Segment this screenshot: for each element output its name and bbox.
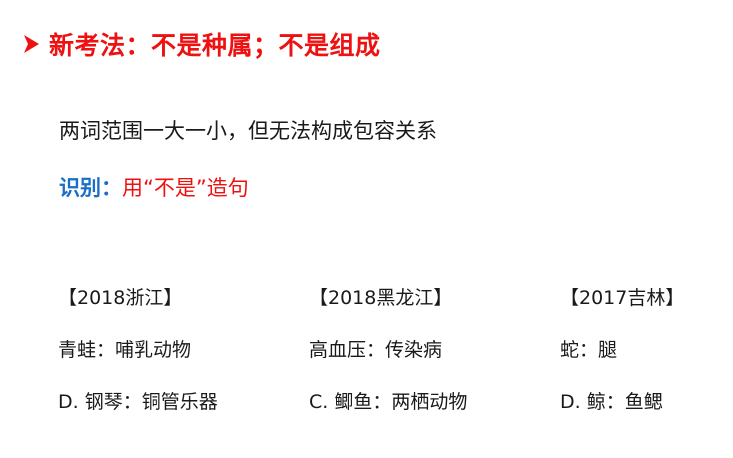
example-title: 【2018黑龙江】 [309, 287, 453, 309]
example-column-2: 【2018黑龙江】 高血压：传染病 C. 鲫鱼：两栖动物 [309, 286, 467, 414]
example-question-pair: 高血压：传染病 [309, 339, 443, 361]
identify-label: 识别： [59, 176, 122, 200]
example-column-3: 【2017吉林】 蛇：腿 D. 鲸：鱼鳃 [560, 286, 684, 414]
example-question-pair: 青蛙：哺乳动物 [58, 339, 192, 361]
identify-line: 识别：用“不是”造句 [59, 172, 249, 202]
slide-heading: 新考法：不是种属；不是组成 [24, 26, 381, 62]
description-text: 两词范围一大一小，但无法构成包容关系 [59, 119, 437, 143]
example-column-1: 【2018浙江】 青蛙：哺乳动物 D. 钢琴：铜管乐器 [58, 286, 218, 414]
example-question-pair: 蛇：腿 [560, 339, 618, 361]
example-answer: D. 鲸：鱼鳃 [560, 391, 663, 413]
identify-text: 用“不是”造句 [122, 176, 249, 200]
example-answer: C. 鲫鱼：两栖动物 [309, 391, 468, 413]
arrow-bullet-icon [24, 35, 39, 53]
heading-text: 新考法：不是种属；不是组成 [49, 31, 381, 60]
example-title: 【2017吉林】 [560, 287, 685, 309]
example-title: 【2018浙江】 [58, 287, 183, 309]
example-answer: D. 钢琴：铜管乐器 [58, 391, 218, 413]
